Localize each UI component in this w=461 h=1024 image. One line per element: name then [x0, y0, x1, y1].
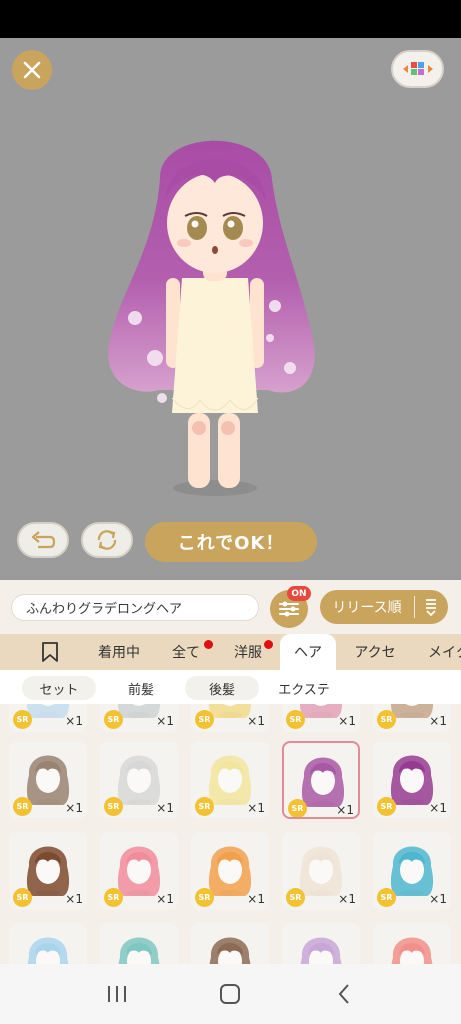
item-quantity: ×1	[338, 714, 356, 728]
tab-bookmark[interactable]	[28, 634, 72, 670]
status-bar	[0, 0, 461, 38]
item-panel: ふんわりグラデロングヘア ON リリース順 着用中 全て 洋服 ヘア アクセ メ	[0, 580, 461, 964]
sort-button[interactable]: リリース順	[320, 590, 448, 624]
hair-item-card[interactable]: SR ×1	[9, 832, 87, 910]
hair-item-card[interactable]: SR ×1	[191, 832, 269, 910]
home-icon	[220, 984, 241, 1004]
tab-clothes-notification-dot	[264, 640, 273, 649]
item-quantity: ×1	[156, 892, 174, 906]
sort-divider	[414, 596, 415, 618]
filter-on-badge: ON	[287, 586, 311, 601]
hair-item-card[interactable]: SR ×1	[9, 704, 87, 732]
rarity-badge: SR	[195, 710, 214, 729]
rarity-badge: SR	[286, 710, 305, 729]
item-quantity: ×1	[247, 801, 265, 815]
refresh-icon	[97, 530, 117, 550]
item-quantity: ×1	[65, 892, 83, 906]
back-icon	[338, 984, 349, 1004]
hair-item-card[interactable]: SR ×1	[282, 832, 360, 910]
rarity-badge: SR	[195, 888, 214, 907]
item-quantity: ×1	[156, 714, 174, 728]
rarity-badge: SR	[377, 710, 396, 729]
hair-item-card[interactable]: SR ×1	[191, 741, 269, 819]
item-quantity: ×1	[429, 801, 447, 815]
category-tabs: 着用中 全て 洋服 ヘア アクセ メイク	[0, 634, 461, 670]
hair-style-icon	[209, 937, 251, 964]
item-quantity: ×1	[65, 714, 83, 728]
refresh-button[interactable]	[81, 522, 133, 558]
tab-all[interactable]: 全て	[160, 634, 212, 670]
hair-item-card[interactable]: SR ×1	[191, 704, 269, 732]
hair-item-card[interactable]: SR ×1	[373, 832, 451, 910]
confirm-ok-button[interactable]: これでOK！	[145, 522, 317, 562]
hair-item-card[interactable]: SR ×1	[373, 741, 451, 819]
hair-item-card[interactable]: SR ×1	[282, 704, 360, 732]
tab-makeup[interactable]: メイク	[420, 634, 461, 670]
hair-item-card[interactable]: SR ×1	[282, 741, 360, 819]
hair-item-card[interactable]: SR ×1	[100, 832, 178, 910]
subtab-back-hair[interactable]: 後髪	[185, 676, 259, 700]
recent-apps-button[interactable]	[97, 974, 137, 1014]
hair-item-card[interactable]: SR×1	[373, 923, 451, 964]
item-quantity: ×1	[429, 714, 447, 728]
hair-style-icon	[391, 937, 433, 964]
undo-icon	[31, 531, 56, 549]
rarity-badge: SR	[13, 710, 32, 729]
hair-item-card[interactable]: SR ×1	[100, 741, 178, 819]
hair-item-card[interactable]: SR ×1	[373, 704, 451, 732]
rarity-badge: SR	[104, 710, 123, 729]
rarity-badge: SR	[13, 888, 32, 907]
item-name-field: ふんわりグラデロングヘア	[11, 594, 259, 621]
item-quantity: ×1	[336, 803, 354, 817]
rarity-badge: SR	[286, 888, 305, 907]
sort-label: リリース順	[332, 600, 402, 616]
hair-style-icon	[27, 937, 69, 964]
rarity-badge: SR	[195, 797, 214, 816]
back-button[interactable]	[324, 974, 364, 1014]
item-quantity: ×1	[247, 714, 265, 728]
recent-apps-icon	[107, 986, 126, 1002]
hair-style-icon	[118, 937, 160, 964]
close-icon	[23, 61, 41, 79]
home-button[interactable]	[210, 974, 250, 1014]
avatar-stage: これでOK！	[0, 38, 461, 580]
hair-item-card[interactable]: SR ×1	[100, 704, 178, 732]
hair-subtabs: セット 前髪 後髪 エクステ	[0, 670, 461, 704]
hair-item-card[interactable]: SR×1	[9, 923, 87, 964]
hair-item-card[interactable]: SR ×1	[9, 741, 87, 819]
rarity-badge: SR	[104, 797, 123, 816]
tab-accessories[interactable]: アクセ	[345, 634, 405, 670]
undo-button[interactable]	[17, 522, 69, 558]
hair-style-icon	[300, 937, 342, 964]
item-quantity: ×1	[429, 892, 447, 906]
hair-item-card[interactable]: SR×1	[100, 923, 178, 964]
hair-item-card[interactable]: SR×1	[282, 923, 360, 964]
item-quantity: ×1	[338, 892, 356, 906]
subtab-front-hair[interactable]: 前髪	[112, 676, 170, 700]
subtab-set[interactable]: セット	[22, 676, 96, 700]
rarity-badge: SR	[377, 888, 396, 907]
tab-all-notification-dot	[204, 640, 213, 649]
sort-order-icon	[415, 597, 447, 617]
bookmark-icon	[42, 642, 58, 662]
avatar-character	[108, 140, 315, 496]
color-palette-button[interactable]	[391, 50, 444, 88]
rarity-badge: SR	[13, 797, 32, 816]
hair-item-card[interactable]: SR×1	[191, 923, 269, 964]
item-quantity: ×1	[247, 892, 265, 906]
rarity-badge: SR	[288, 799, 307, 817]
item-quantity: ×1	[156, 801, 174, 815]
color-palette-icon	[402, 62, 433, 75]
system-nav-bar	[0, 964, 461, 1024]
tab-wearing[interactable]: 着用中	[88, 634, 150, 670]
item-quantity: ×1	[65, 801, 83, 815]
rarity-badge: SR	[104, 888, 123, 907]
rarity-badge: SR	[377, 797, 396, 816]
filter-sliders-icon	[279, 601, 299, 617]
close-button[interactable]	[12, 50, 52, 90]
tab-hair[interactable]: ヘア	[280, 634, 336, 670]
subtab-extensions[interactable]: エクステ	[270, 676, 338, 700]
hair-item-grid: SR ×1 SR ×1 SR ×1 SR ×1 SR ×1 SR ×1 SR ×1 SR ×1 SR ×1 SR ×1…	[0, 704, 461, 964]
